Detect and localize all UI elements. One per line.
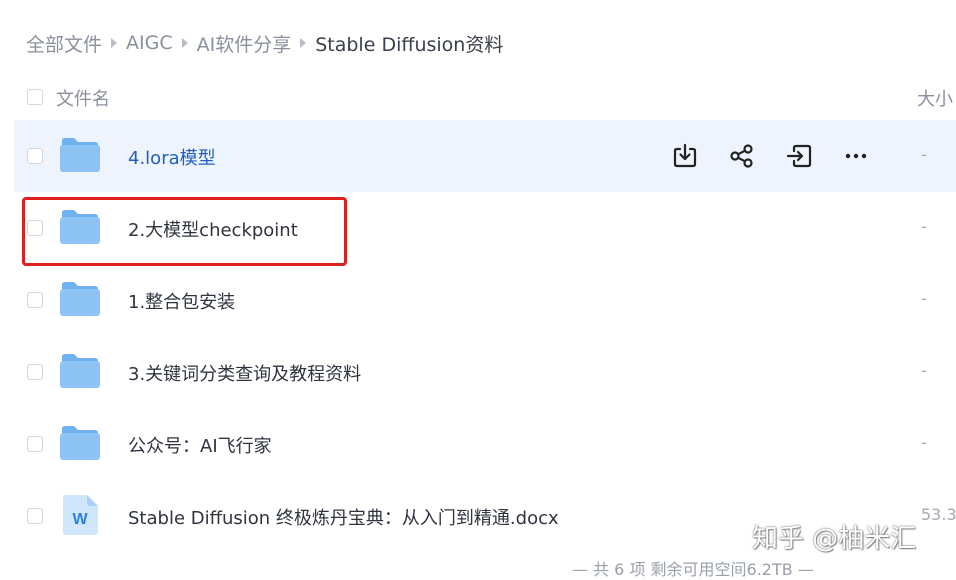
file-size: - (921, 217, 927, 236)
breadcrumb-aigc[interactable]: AIGC (126, 32, 173, 54)
row-checkbox[interactable] (27, 148, 43, 164)
move-button[interactable] (785, 142, 813, 170)
share-icon (730, 144, 753, 168)
more-button[interactable] (842, 142, 870, 170)
breadcrumb-separator-icon (181, 38, 188, 48)
file-row[interactable]: 公众号：AI飞行家 - (14, 408, 956, 480)
download-icon (673, 143, 697, 168)
breadcrumb: 全部文件 AIGC AI软件分享 Stable Diffusion资料 (26, 30, 503, 56)
column-header-name[interactable]: 文件名 (56, 85, 110, 111)
row-checkbox[interactable] (27, 292, 43, 308)
file-name[interactable]: 1.整合包安装 (128, 288, 235, 314)
file-name[interactable]: 2.大模型checkpoint (128, 216, 298, 242)
folder-icon (60, 354, 100, 388)
file-name[interactable]: 3.关键词分类查询及教程资料 (128, 360, 361, 386)
breadcrumb-current: Stable Diffusion资料 (315, 33, 504, 56)
file-row[interactable]: 3.关键词分类查询及教程资料 - (14, 336, 956, 408)
folder-icon (60, 138, 100, 172)
breadcrumb-ai-software[interactable]: AI软件分享 (197, 30, 292, 57)
file-size: - (921, 289, 927, 308)
breadcrumb-separator-icon (111, 38, 118, 48)
file-row[interactable]: 2.大模型checkpoint - (14, 192, 956, 264)
download-button[interactable] (671, 142, 699, 170)
row-checkbox[interactable] (27, 508, 43, 524)
file-name[interactable]: Stable Diffusion 终极炼丹宝典：从入门到精通.docx (128, 504, 559, 530)
select-all-checkbox[interactable] (27, 89, 43, 105)
column-header-size[interactable]: 大小 (917, 85, 953, 111)
folder-icon (60, 426, 100, 460)
watermark: 知乎 @柚米汇 (752, 524, 917, 554)
file-size: - (921, 433, 927, 452)
file-size: - (921, 145, 927, 164)
share-button[interactable] (728, 142, 756, 170)
file-name[interactable]: 4.lora模型 (128, 144, 216, 170)
file-size: - (921, 361, 927, 380)
row-checkbox[interactable] (27, 436, 43, 452)
folder-icon (60, 210, 100, 244)
file-row[interactable]: 4.lora模型 - (14, 120, 956, 192)
breadcrumb-separator-icon (300, 38, 307, 48)
word-doc-icon: W (63, 495, 98, 535)
storage-footer: — 共 6 项 剩余可用空间6.2TB — (572, 560, 814, 579)
file-row[interactable]: 1.整合包安装 - (14, 264, 956, 336)
row-checkbox[interactable] (27, 364, 43, 380)
move-icon (786, 144, 812, 168)
file-name[interactable]: 公众号：AI飞行家 (128, 432, 272, 458)
folder-icon (60, 282, 100, 316)
doc-icon-letter: W (72, 511, 88, 528)
file-size: 53.3 (921, 505, 956, 524)
breadcrumb-all-files[interactable]: 全部文件 (26, 30, 102, 57)
row-actions (671, 142, 870, 170)
more-icon (845, 153, 867, 159)
file-list-header: 文件名 大小 (0, 84, 956, 110)
row-checkbox[interactable] (27, 220, 43, 236)
